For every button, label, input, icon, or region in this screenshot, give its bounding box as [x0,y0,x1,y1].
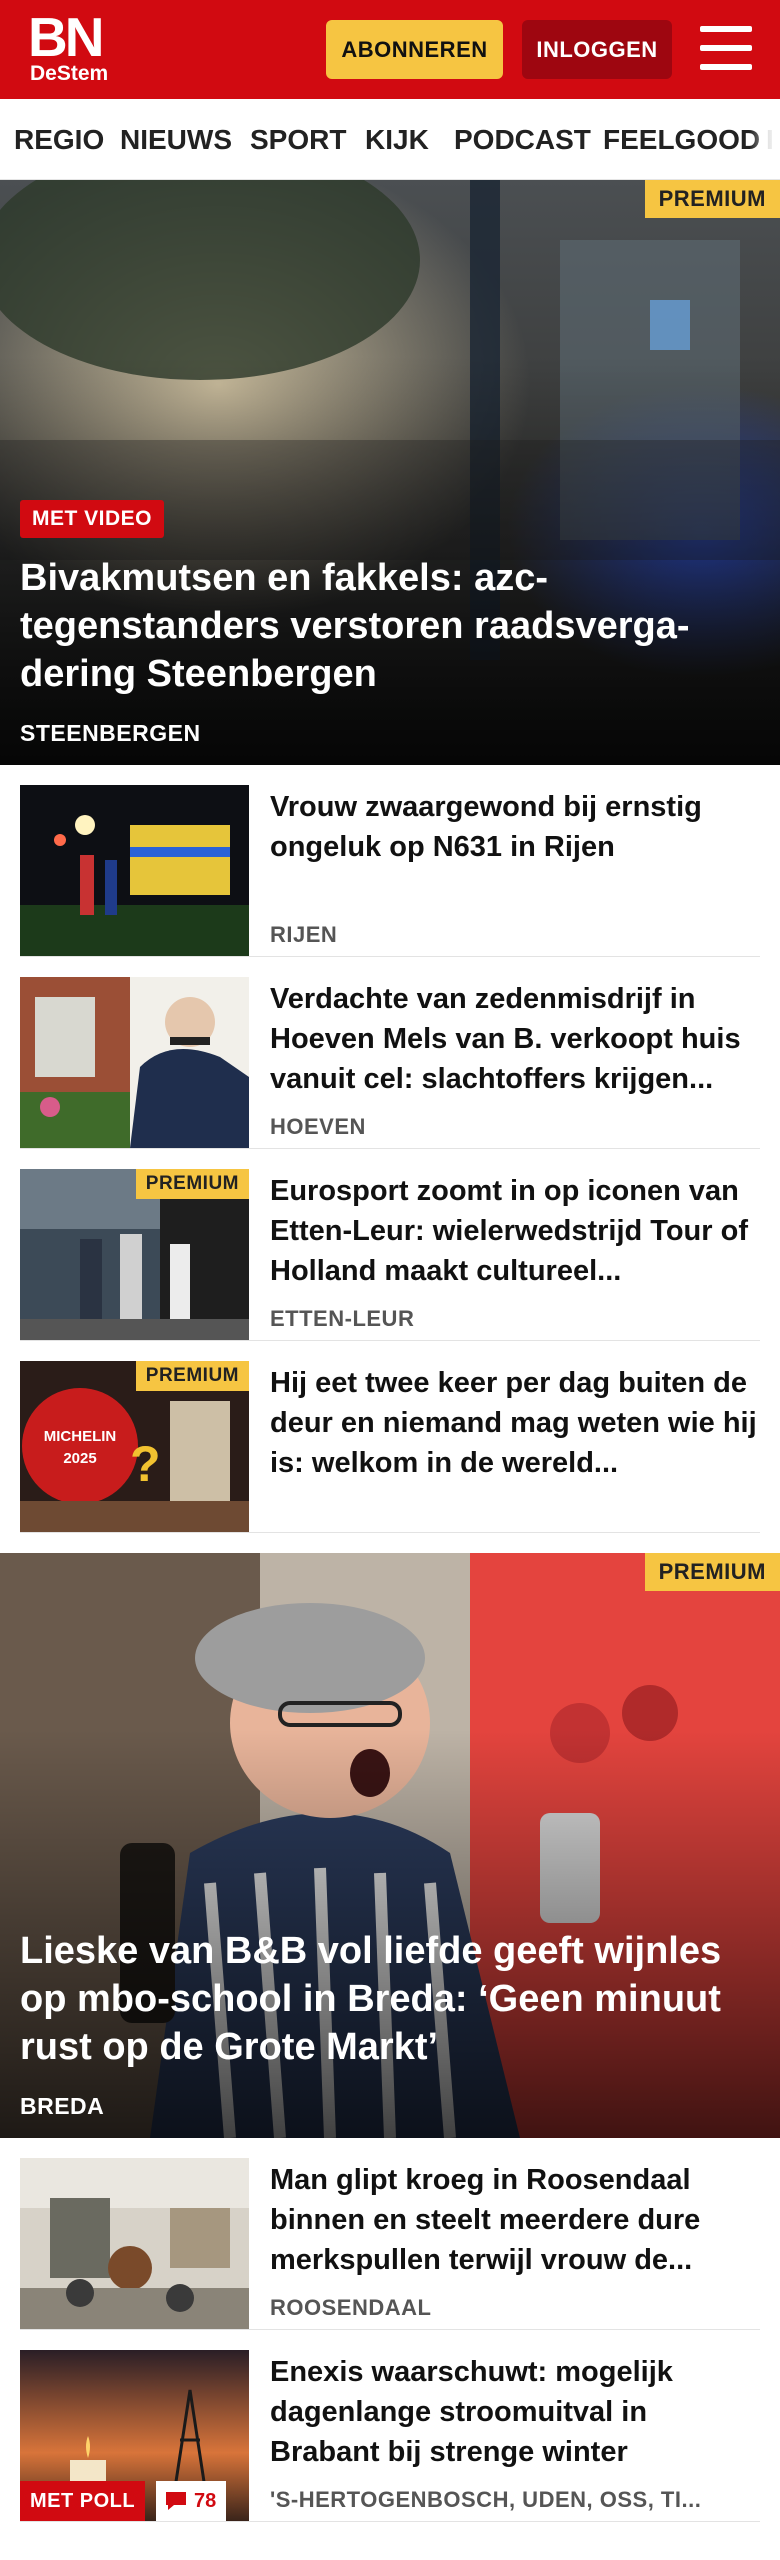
hero-headline[interactable]: Bivakmutsen en fakkels: azc-tegenstander… [20,554,760,698]
article-thumbnail: MICHELIN 2025 ? PREMIUM [20,1361,249,1532]
article-thumbnail: MET POLL 78 [20,2350,249,2521]
article-location: RIJEN [270,922,338,947]
video-badge: MET VIDEO [20,500,165,538]
hero-article-breda[interactable]: PREMIUM Lieske van B&B vol liefde geeft … [0,1553,780,2138]
bn-destem-logo[interactable]: BN DeStem [28,6,118,88]
article-location: ETTEN-LEUR [270,1306,415,1331]
premium-badge: PREMIUM [644,180,780,218]
login-button[interactable]: INLOGGEN [522,20,672,79]
nav-fade [750,99,780,179]
article-headline[interactable]: Vrouw zwaargewond bij ernstig ongeluk op… [270,787,760,867]
article-thumbnail: PREMIUM [20,1169,249,1340]
list-item[interactable]: MET POLL 78 Enexis waarschuwt: mogelijk … [20,2350,760,2522]
list-item[interactable]: Verdachte van zedenmisdrijf in Hoeven Me… [20,977,760,1149]
premium-badge: PREMIUM [135,1169,249,1199]
article-thumbnail [20,977,249,1148]
hero-headline[interactable]: Lieske van B&B vol liefde geeft wijnles … [20,1927,760,2071]
hamburger-menu-icon[interactable] [700,26,752,70]
article-headline[interactable]: Verdachte van zedenmisdrijf in Hoeven Me… [270,979,760,1099]
michelin-thumb-text: MICHELIN [44,1428,117,1445]
hero-article-steenbergen[interactable]: PREMIUM MET VIDEO Bivakmutsen en fakkels… [0,180,780,765]
article-thumbnail [20,785,249,956]
comment-count: 78 [194,2490,217,2512]
article-location: ROOSENDAAL [270,2295,432,2320]
nav-item-feelgood[interactable]: FEELGOOD [603,99,760,179]
list-item[interactable]: Vrouw zwaargewond bij ernstig ongeluk op… [20,785,760,957]
article-location: 'S-HERTOGENBOSCH, UDEN, OSS, TI... [270,2487,702,2512]
comment-bubble-icon [166,2492,186,2510]
subscribe-button[interactable]: ABONNEREN [326,20,503,79]
list-item[interactable]: PREMIUM Eurosport zoomt in op iconen van… [20,1169,760,1341]
logo-sub-text: DeStem [30,62,109,85]
article-thumbnail [20,2158,249,2329]
nav-item-sport[interactable]: SPORT [250,99,346,179]
list-item[interactable]: Man glipt kroeg in Roosendaal binnen en … [20,2158,760,2330]
list-item[interactable]: MICHELIN 2025 ? PREMIUM Hij eet twee kee… [20,1361,760,1533]
svg-text:2025: 2025 [63,1450,96,1467]
nav-item-kijk[interactable]: KIJK [365,99,429,179]
article-headline[interactable]: Hij eet twee keer per dag buiten de deur… [270,1363,760,1483]
article-headline[interactable]: Man glipt kroeg in Roosendaal binnen en … [270,2160,760,2280]
nav-item-regio[interactable]: REGIO [14,99,104,179]
premium-badge: PREMIUM [135,1361,249,1391]
comment-count-badge[interactable]: 78 [156,2481,227,2521]
poll-badge: MET POLL [20,2481,146,2521]
section-nav: REGIO NIEUWS SPORT KIJK PODCAST FEELGOOD… [0,99,780,180]
article-headline[interactable]: Enexis waarschuwt: mogelijk dagenlange s… [270,2352,760,2472]
nav-item-podcast[interactable]: PODCAST [454,99,591,179]
hero-location: STEENBERGEN [20,720,201,746]
svg-text:?: ? [130,1436,161,1492]
article-location: HOEVEN [270,1114,366,1139]
logo-main-text: BN [28,6,104,68]
premium-badge: PREMIUM [644,1553,780,1591]
nav-item-nieuws[interactable]: NIEUWS [120,99,232,179]
hero-location: BREDA [20,2093,105,2119]
site-header: BN DeStem ABONNEREN INLOGGEN [0,0,780,99]
article-headline[interactable]: Eurosport zoomt in op iconen van Etten-L… [270,1171,760,1291]
